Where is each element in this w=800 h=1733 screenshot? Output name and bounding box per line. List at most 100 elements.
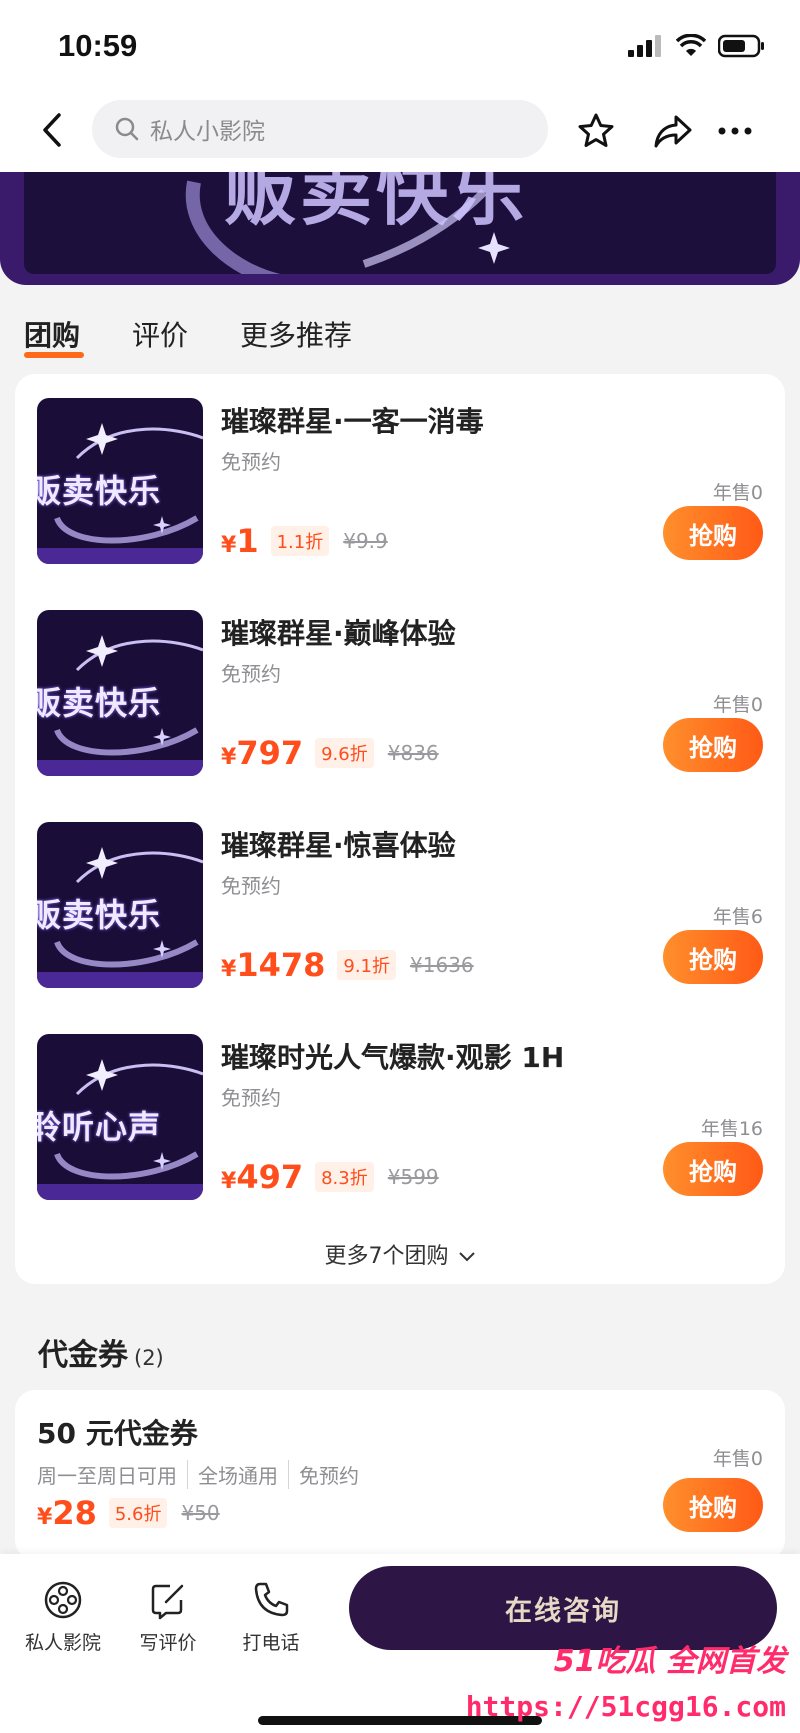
search-input[interactable]: 私人小影院: [92, 100, 548, 158]
banner: 贩卖快乐: [0, 172, 800, 285]
discount-badge: 5.6折: [108, 1498, 168, 1528]
tab-reviews[interactable]: 评价: [132, 314, 188, 354]
deal-title: 璀璨群星·一客一消毒: [221, 405, 484, 438]
deal-subtitle: 免预约: [221, 1086, 281, 1110]
bottom-item-label: 写评价: [139, 1632, 197, 1654]
bottom-item-call[interactable]: 打电话: [216, 1578, 326, 1655]
tab-more-recommendations[interactable]: 更多推荐: [240, 314, 352, 354]
deal-price: 1: [236, 522, 259, 560]
status-icons: [628, 34, 766, 58]
discount-badge: 8.3折: [315, 1162, 374, 1192]
voucher-tags: 周一至周日可用 全场通用 免预约: [37, 1460, 359, 1489]
original-price: ¥50: [181, 1501, 220, 1525]
edit-review-icon: [151, 1584, 184, 1620]
deal-subtitle: 免预约: [221, 874, 281, 898]
deal-price-row: ¥ 497 8.3折 ¥599: [221, 1158, 439, 1196]
deal-subtitle: 免预约: [221, 450, 281, 474]
watermark-url: https://51cgg16.com: [465, 1690, 786, 1723]
deal-title: 璀璨群星·巅峰体验: [221, 617, 456, 650]
star-icon: [578, 113, 614, 147]
sold-count: 年售0: [712, 482, 763, 504]
discount-badge: 9.1折: [337, 950, 397, 980]
sold-count: 年售6: [712, 906, 763, 928]
deal-thumbnail: 贩卖快乐: [37, 398, 203, 564]
bottom-item-label: 打电话: [242, 1632, 300, 1654]
deals-card: 贩卖快乐 璀璨群星·一客一消毒 免预约 ¥ 1 1.1折 ¥9.9 年售0 抢购…: [15, 374, 785, 1284]
deal-item[interactable]: 贩卖快乐 璀璨群星·惊喜体验 免预约 ¥ 1478 9.1折 ¥1636 年售6…: [15, 798, 785, 998]
discount-badge: 1.1折: [270, 526, 330, 556]
deal-thumbnail: 贩卖快乐: [37, 822, 203, 988]
deal-subtitle: 免预约: [221, 662, 281, 686]
deal-price: 1478: [236, 946, 326, 984]
deal-thumb-text: 贩卖快乐: [37, 684, 162, 722]
voucher-tag: 全场通用: [187, 1460, 278, 1489]
sold-count: 年售0: [712, 694, 763, 716]
watermark: 51吃瓜 全网首发 https://51cgg16.com: [466, 1630, 790, 1730]
original-price: ¥9.9: [343, 529, 388, 553]
sold-count: 年售0: [712, 1448, 763, 1470]
voucher-count: (2): [134, 1346, 164, 1370]
deal-price-row: ¥ 1 1.1折 ¥9.9: [221, 522, 388, 560]
deal-thumb-text: 贩卖快乐: [37, 472, 162, 510]
buy-button[interactable]: 抢购: [663, 506, 763, 560]
signal-icon: [628, 35, 661, 57]
deal-price-row: ¥ 1478 9.1折 ¥1636: [221, 946, 474, 984]
voucher-heading: 代金券 (2): [38, 1330, 164, 1374]
voucher-item[interactable]: 50 元代金券 周一至周日可用 全场通用 免预约 ¥ 28 5.6折 ¥50 年…: [15, 1390, 785, 1560]
search-icon: [115, 117, 139, 141]
tab-bar: 团购 评价 更多推荐: [0, 300, 800, 362]
voucher-tag: 免预约: [288, 1460, 359, 1489]
deal-price: 797: [236, 734, 304, 772]
chevron-down-icon: [458, 1252, 475, 1262]
status-time: 10:59: [58, 28, 138, 63]
original-price: ¥836: [387, 741, 439, 765]
deal-title: 璀璨群星·惊喜体验: [221, 829, 456, 862]
bottom-item-label: 私人影院: [24, 1632, 101, 1654]
more-dots-icon: [718, 127, 752, 135]
search-placeholder: 私人小影院: [150, 119, 265, 145]
price-currency: ¥: [37, 1505, 53, 1530]
nav-bar: 私人小影院: [0, 90, 800, 172]
deal-item[interactable]: 聆听心声 璀璨时光人气爆款·观影 1H 免预约 ¥ 497 8.3折 ¥599 …: [15, 1010, 785, 1210]
back-button[interactable]: [30, 108, 74, 152]
bottom-item-cinema[interactable]: 私人影院: [8, 1578, 118, 1655]
tab-group-buy[interactable]: 团购: [24, 314, 80, 354]
deal-price: 497: [236, 1158, 304, 1196]
deal-thumb-text: 贩卖快乐: [37, 896, 162, 934]
buy-button[interactable]: 抢购: [663, 1142, 763, 1196]
deal-thumbnail: 聆听心声: [37, 1034, 203, 1200]
voucher-price-row: ¥ 28 5.6折 ¥50: [37, 1494, 220, 1532]
deal-title: 璀璨时光人气爆款·观影 1H: [221, 1041, 565, 1074]
chevron-left-icon: [43, 113, 61, 147]
wifi-icon: [676, 34, 706, 56]
share-button[interactable]: [650, 108, 696, 154]
buy-button[interactable]: 抢购: [663, 1478, 763, 1532]
deal-thumbnail: 贩卖快乐: [37, 610, 203, 776]
original-price: ¥599: [387, 1165, 439, 1189]
favorite-button[interactable]: [573, 108, 619, 154]
sold-count: 年售16: [700, 1118, 763, 1140]
price-currency: ¥: [221, 957, 237, 982]
voucher-price: 28: [52, 1494, 97, 1532]
buy-button[interactable]: 抢购: [663, 718, 763, 772]
bottom-item-write-review[interactable]: 写评价: [113, 1578, 223, 1655]
buy-button[interactable]: 抢购: [663, 930, 763, 984]
share-icon: [654, 115, 692, 148]
original-price: ¥1636: [410, 953, 474, 977]
more-deals-link[interactable]: 更多7个团购: [15, 1238, 785, 1270]
deal-item[interactable]: 贩卖快乐 璀璨群星·巅峰体验 免预约 ¥ 797 9.6折 ¥836 年售0 抢…: [15, 586, 785, 786]
banner-text: 贩卖快乐: [224, 172, 529, 235]
price-currency: ¥: [221, 1169, 237, 1194]
deal-item[interactable]: 贩卖快乐 璀璨群星·一客一消毒 免预约 ¥ 1 1.1折 ¥9.9 年售0 抢购: [15, 374, 785, 574]
voucher-tag: 周一至周日可用: [37, 1464, 177, 1488]
battery-icon: [718, 34, 764, 58]
phone-icon: [254, 1582, 289, 1617]
film-reel-icon: [44, 1581, 82, 1619]
more-deals-label: 更多7个团购: [324, 1244, 449, 1269]
deal-price-row: ¥ 797 9.6折 ¥836: [221, 734, 439, 772]
voucher-heading-label: 代金券: [38, 1338, 128, 1373]
banner-image: 贩卖快乐: [24, 172, 776, 274]
status-bar: 10:59: [0, 0, 800, 90]
more-button[interactable]: [712, 108, 758, 154]
price-currency: ¥: [221, 533, 237, 558]
